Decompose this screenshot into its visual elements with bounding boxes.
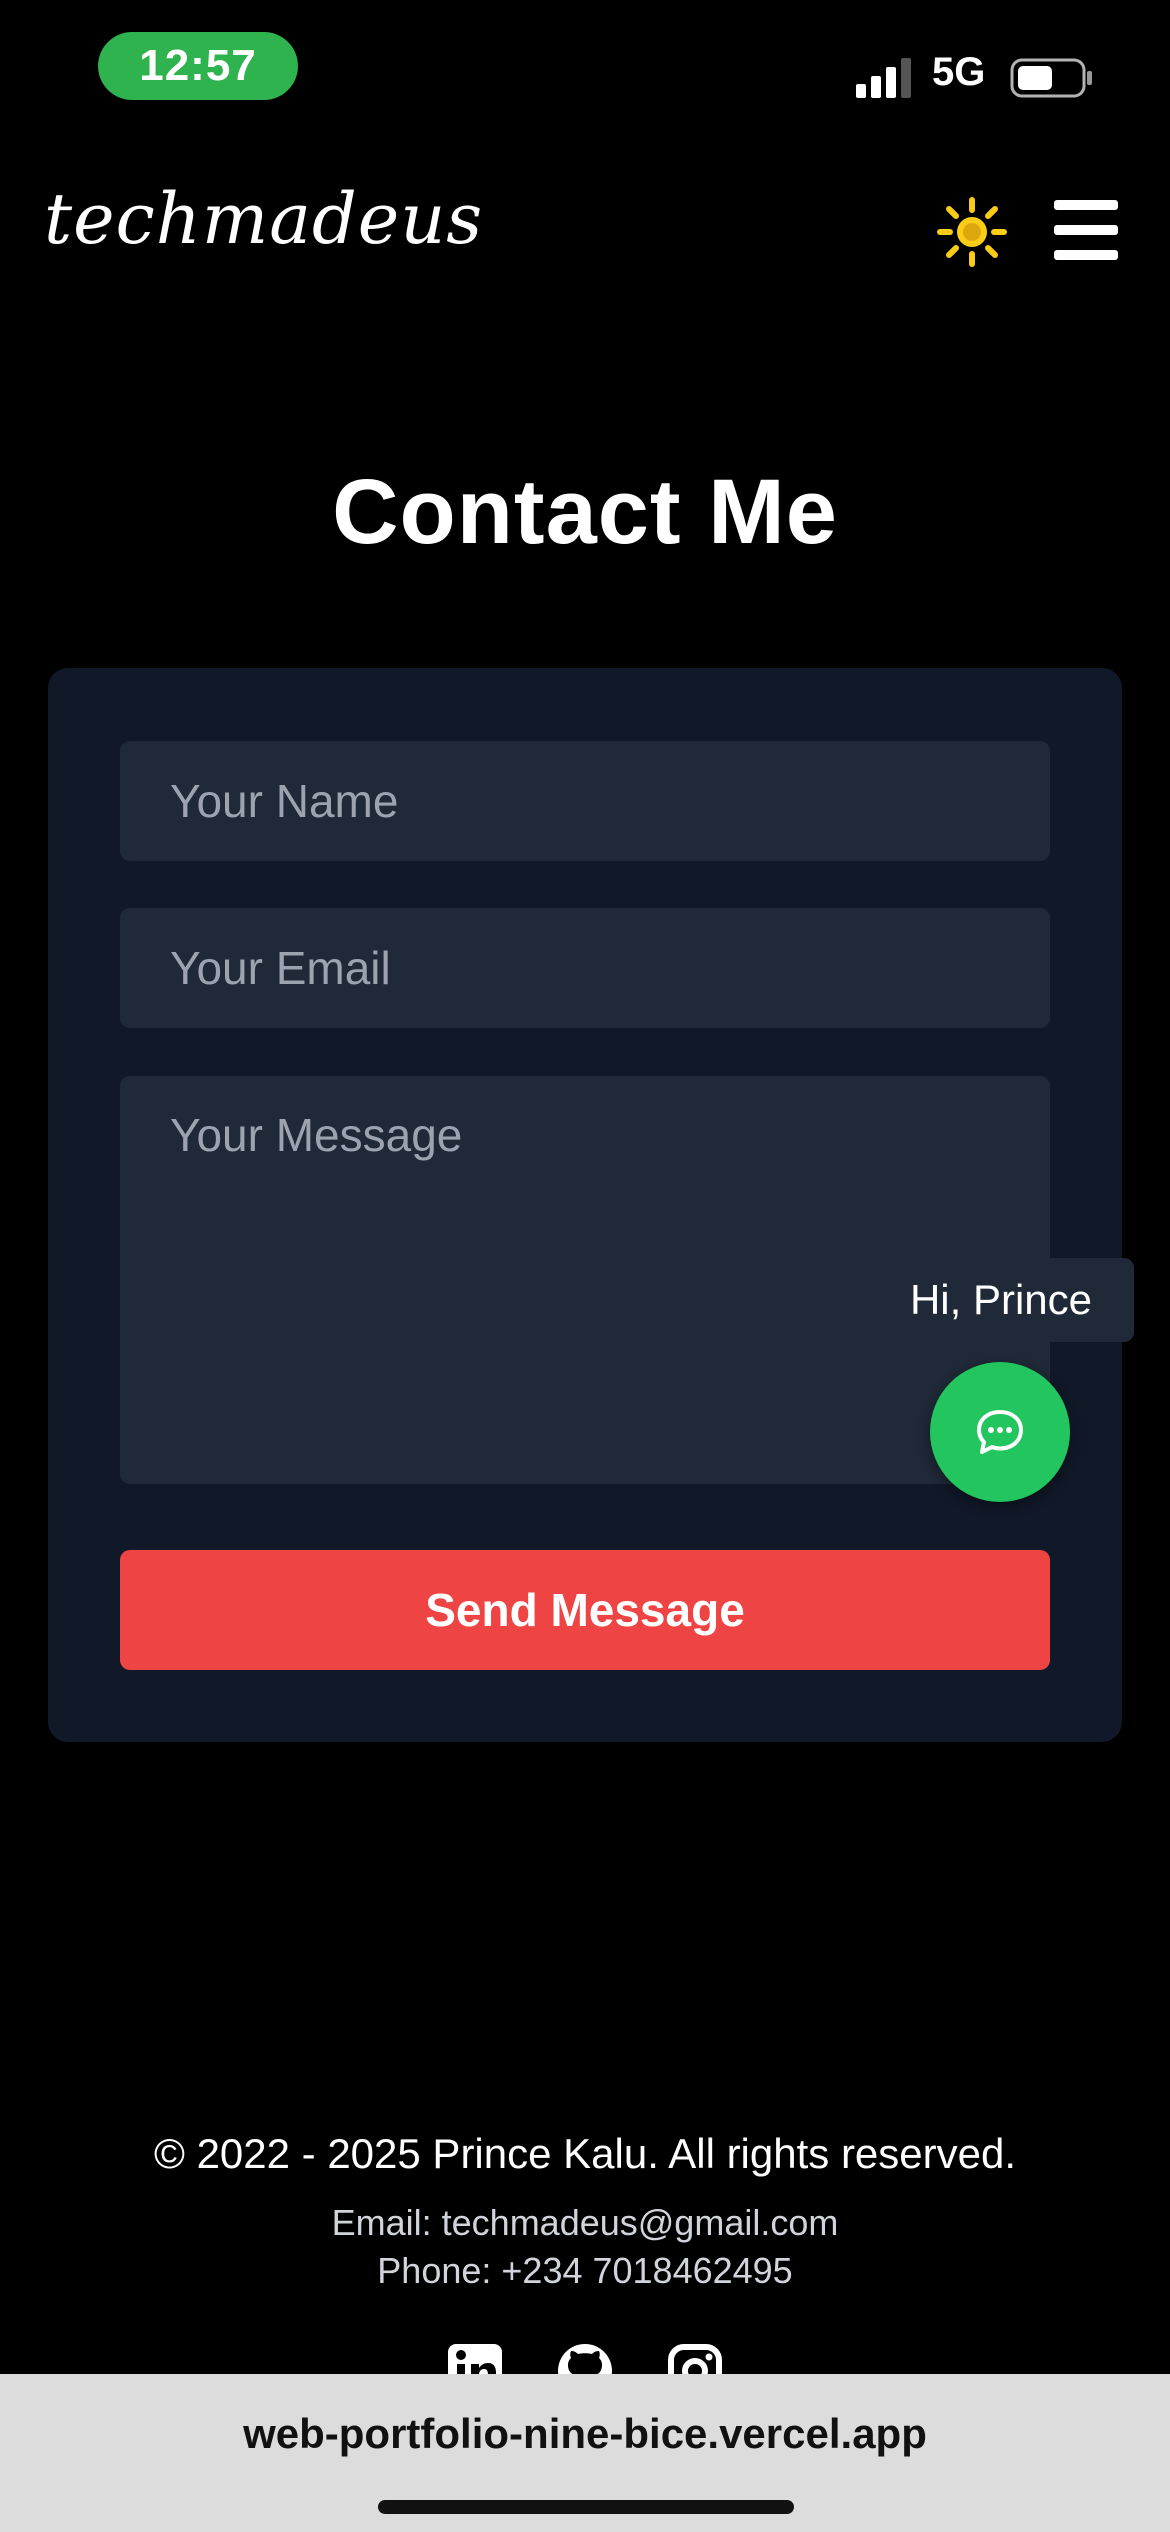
name-input[interactable] bbox=[120, 741, 1050, 861]
hamburger-menu-icon[interactable] bbox=[1054, 200, 1118, 260]
footer-copyright: © 2022 - 2025 Prince Kalu. All rights re… bbox=[153, 2130, 1017, 2177]
footer-phone[interactable]: Phone: +234 7018462495 bbox=[0, 2250, 1170, 2292]
url-text[interactable]: web-portfolio-nine-bice.vercel.app bbox=[0, 2410, 1170, 2458]
home-indicator[interactable] bbox=[378, 2500, 794, 2514]
page-title: Contact Me bbox=[332, 461, 838, 563]
sun-icon[interactable] bbox=[936, 196, 1008, 268]
contact-form-card: Send Message bbox=[48, 668, 1122, 1742]
chat-button[interactable] bbox=[930, 1362, 1070, 1502]
chat-greeting[interactable]: Hi, Prince bbox=[868, 1258, 1134, 1342]
status-time: 12:57 bbox=[98, 32, 298, 100]
site-logo[interactable]: techmadeus bbox=[44, 178, 483, 260]
signal-icon bbox=[856, 58, 911, 98]
footer-email[interactable]: Email: techmadeus@gmail.com bbox=[0, 2202, 1170, 2244]
network-label: 5G bbox=[932, 50, 986, 94]
battery-icon bbox=[1010, 58, 1092, 98]
send-message-button[interactable]: Send Message bbox=[120, 1550, 1050, 1670]
chat-bubble-icon bbox=[977, 1410, 1023, 1454]
email-input[interactable] bbox=[120, 908, 1050, 1028]
